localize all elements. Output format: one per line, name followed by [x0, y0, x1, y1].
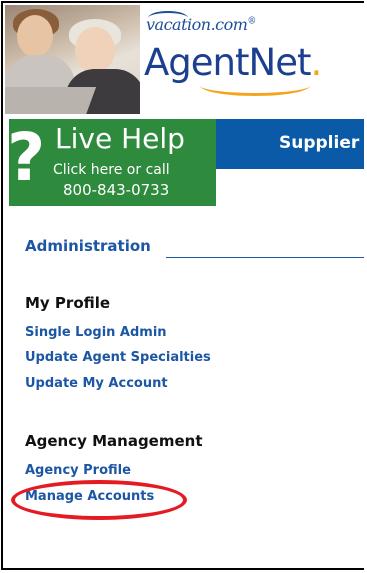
update-my-account-link[interactable]: Update My Account	[25, 376, 168, 391]
manage-accounts-highlight-circle	[11, 480, 187, 520]
nav-band: Supplier ? Live Help Click here or call …	[3, 116, 364, 206]
agency-profile-link[interactable]: Agency Profile	[25, 463, 131, 478]
vacation-com-logo[interactable]: vacation.com®	[146, 15, 256, 34]
my-profile-heading: My Profile	[25, 294, 111, 312]
single-login-admin-link[interactable]: Single Login Admin	[25, 325, 167, 340]
live-help-title: Live Help	[55, 122, 185, 155]
header-photo	[5, 5, 140, 114]
question-mark-icon: ?	[7, 119, 46, 196]
logo-orbit-icon	[200, 75, 310, 96]
live-help-button[interactable]: ? Live Help Click here or call 800-843-0…	[7, 119, 216, 206]
update-agent-specialties-link[interactable]: Update Agent Specialties	[25, 350, 211, 365]
header: vacation.com® AgentNet.	[3, 3, 364, 116]
administration-heading: Administration	[25, 237, 151, 255]
nav-suppliers-link[interactable]: Supplier	[279, 133, 359, 153]
live-help-phone: 800-843-0733	[63, 181, 170, 199]
live-help-subtitle: Click here or call	[53, 162, 170, 178]
administration-divider	[166, 257, 364, 258]
page-frame: vacation.com® AgentNet. Supplier ? Live …	[1, 1, 364, 570]
agency-management-heading: Agency Management	[25, 432, 203, 450]
